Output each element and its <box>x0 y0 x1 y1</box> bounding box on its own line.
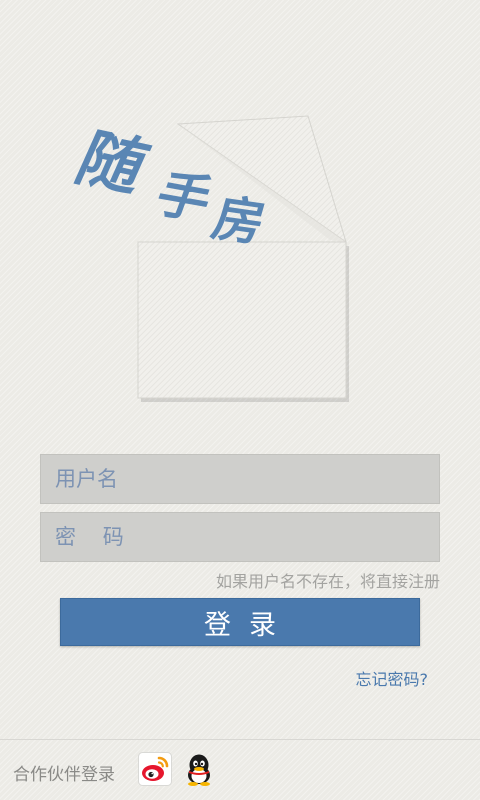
weibo-icon[interactable] <box>138 752 172 786</box>
app-logo: 随 手 房 <box>0 0 480 420</box>
qq-icon[interactable] <box>182 752 216 786</box>
register-hint: 如果用户名不存在，将直接注册 <box>215 572 440 591</box>
partner-login-label: 合作伙伴登录 <box>13 765 115 785</box>
footer-divider <box>0 739 480 740</box>
password-input[interactable] <box>40 512 440 562</box>
username-input[interactable] <box>40 454 440 504</box>
login-button[interactable]: 登录 <box>60 598 420 646</box>
forgot-password-link[interactable]: 忘记密码? <box>356 666 429 690</box>
